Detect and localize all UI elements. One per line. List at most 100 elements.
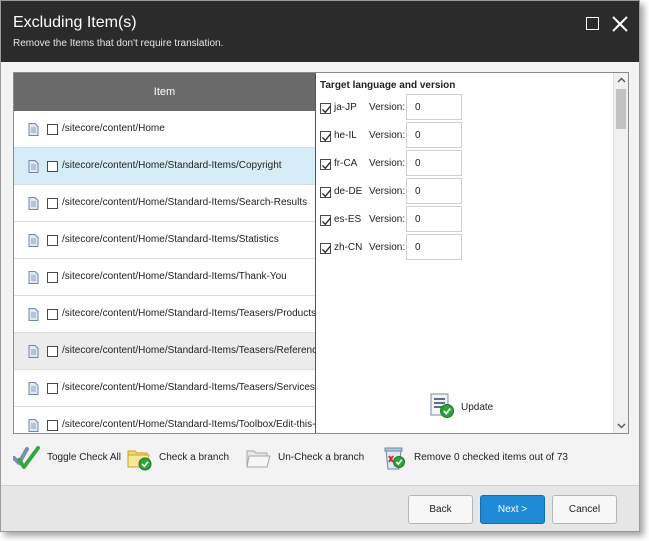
item-path: /sitecore/content/Home/Standard-Items/To…	[62, 419, 315, 430]
uncheck-branch-label: Un-Check a branch	[278, 452, 365, 463]
check-branch-label: Check a branch	[159, 452, 230, 463]
version-input[interactable]: 0	[406, 150, 462, 176]
document-icon	[28, 345, 39, 358]
item-path: /sitecore/content/Home/Standard-Items/Se…	[62, 197, 308, 208]
item-row[interactable]: /sitecore/content/Home	[14, 111, 315, 148]
language-row: es-ES Version: 0	[320, 206, 470, 234]
item-path: /sitecore/content/Home/Standard-Items/Te…	[62, 308, 315, 319]
document-icon	[28, 271, 39, 284]
vertical-scrollbar[interactable]	[613, 73, 628, 433]
language-code: es-ES	[334, 214, 362, 225]
dialog-titlebar: Excluding Item(s) Remove the Items that …	[1, 1, 639, 62]
item-path: /sitecore/content/Home	[62, 123, 165, 134]
item-path: /sitecore/content/Home/Standard-Items/Te…	[62, 382, 315, 393]
language-row: he-IL Version: 0	[320, 122, 470, 150]
toggle-check-all-button[interactable]: Toggle Check All	[13, 444, 123, 474]
back-button[interactable]: Back	[408, 495, 473, 524]
dialog-footer: Back Next > Cancel	[1, 485, 639, 531]
recycle-bin-icon	[384, 447, 405, 470]
item-checkbox[interactable]	[47, 198, 58, 209]
double-check-icon	[13, 446, 40, 469]
update-label: Update	[461, 402, 494, 413]
language-checkbox[interactable]	[320, 131, 332, 142]
remove-checked-items-button[interactable]: Remove 0 checked items out of 73	[381, 444, 581, 474]
version-input[interactable]: 0	[406, 234, 462, 260]
version-input[interactable]: 0	[406, 122, 462, 148]
language-checkbox[interactable]	[320, 215, 332, 226]
item-row[interactable]: /sitecore/content/Home/Standard-Items/To…	[14, 407, 315, 433]
item-checkbox[interactable]	[47, 346, 58, 357]
maximize-icon[interactable]	[584, 15, 602, 33]
language-row: zh-CN Version: 0	[320, 234, 470, 262]
update-button[interactable]: Update	[429, 393, 519, 421]
dialog-subtitle: Remove the Items that don't require tran…	[13, 38, 224, 49]
version-label: Version:	[369, 186, 406, 197]
excluding-items-dialog: Excluding Item(s) Remove the Items that …	[0, 0, 640, 532]
item-row[interactable]: /sitecore/content/Home/Standard-Items/Te…	[14, 370, 315, 407]
language-row: ja-JP Version: 0	[320, 94, 470, 122]
toggle-check-all-label: Toggle Check All	[47, 452, 121, 463]
dialog-title: Excluding Item(s)	[13, 14, 137, 31]
item-row[interactable]: /sitecore/content/Home/Standard-Items/Te…	[14, 296, 315, 333]
folder-check-icon	[127, 450, 152, 471]
close-icon[interactable]	[611, 15, 629, 33]
scroll-up-icon[interactable]	[617, 76, 626, 85]
version-label: Version:	[369, 158, 406, 169]
target-language-pane: Target language and version ja-JP Version…	[316, 73, 613, 433]
language-row: fr-CA Version: 0	[320, 150, 470, 178]
item-path: /sitecore/content/Home/Standard-Items/Te…	[62, 345, 315, 356]
item-column-header[interactable]: Item	[14, 73, 315, 111]
item-checkbox[interactable]	[47, 383, 58, 394]
folder-icon	[246, 450, 271, 468]
scrollbar-thumb[interactable]	[616, 89, 626, 129]
check-branch-button[interactable]: Check a branch	[125, 444, 240, 474]
item-row[interactable]: /sitecore/content/Home/Standard-Items/St…	[14, 222, 315, 259]
language-checkbox[interactable]	[320, 103, 332, 114]
item-row[interactable]: /sitecore/content/Home/Standard-Items/Se…	[14, 185, 315, 222]
content-panel: Item /sitecore/content/Home/sitecore/con…	[13, 72, 629, 434]
language-code: fr-CA	[334, 158, 358, 169]
document-icon	[28, 382, 39, 395]
language-code: zh-CN	[334, 242, 363, 253]
version-input[interactable]: 0	[406, 206, 462, 232]
language-checkbox[interactable]	[320, 243, 332, 254]
remove-checked-items-label: Remove 0 checked items out of 73	[414, 452, 568, 463]
scroll-down-icon[interactable]	[617, 421, 626, 430]
document-icon	[28, 234, 39, 247]
item-checkbox[interactable]	[47, 272, 58, 283]
version-input[interactable]: 0	[406, 94, 462, 120]
version-input[interactable]: 0	[406, 178, 462, 204]
item-checkbox[interactable]	[47, 124, 58, 135]
version-label: Version:	[369, 242, 406, 253]
item-checkbox[interactable]	[47, 161, 58, 172]
language-code: de-DE	[334, 186, 363, 197]
item-row[interactable]: /sitecore/content/Home/Standard-Items/Th…	[14, 259, 315, 296]
language-code: he-IL	[334, 130, 357, 141]
item-path: /sitecore/content/Home/Standard-Items/Co…	[62, 160, 282, 171]
update-icon	[430, 393, 454, 418]
item-row[interactable]: /sitecore/content/Home/Standard-Items/Co…	[14, 148, 315, 185]
version-label: Version:	[369, 214, 406, 225]
language-code: ja-JP	[334, 102, 357, 113]
selection-toolbar: Toggle Check All Check a branch Un-Check…	[1, 444, 639, 474]
version-label: Version:	[369, 130, 406, 141]
item-checkbox[interactable]	[47, 235, 58, 246]
document-icon	[28, 197, 39, 210]
item-checkbox[interactable]	[47, 420, 58, 431]
item-list-pane[interactable]: Item /sitecore/content/Home/sitecore/con…	[14, 73, 315, 433]
target-language-heading: Target language and version	[320, 80, 456, 91]
item-path: /sitecore/content/Home/Standard-Items/Th…	[62, 271, 287, 282]
next-button[interactable]: Next >	[480, 495, 545, 524]
item-row[interactable]: /sitecore/content/Home/Standard-Items/Te…	[14, 333, 315, 370]
document-icon	[28, 160, 39, 173]
language-checkbox[interactable]	[320, 187, 332, 198]
language-row: de-DE Version: 0	[320, 178, 470, 206]
item-checkbox[interactable]	[47, 309, 58, 320]
document-icon	[28, 308, 39, 321]
cancel-button[interactable]: Cancel	[552, 495, 617, 524]
language-checkbox[interactable]	[320, 159, 332, 170]
uncheck-branch-button[interactable]: Un-Check a branch	[244, 444, 379, 474]
item-path: /sitecore/content/Home/Standard-Items/St…	[62, 234, 279, 245]
document-icon	[28, 123, 39, 136]
version-label: Version:	[369, 102, 406, 113]
